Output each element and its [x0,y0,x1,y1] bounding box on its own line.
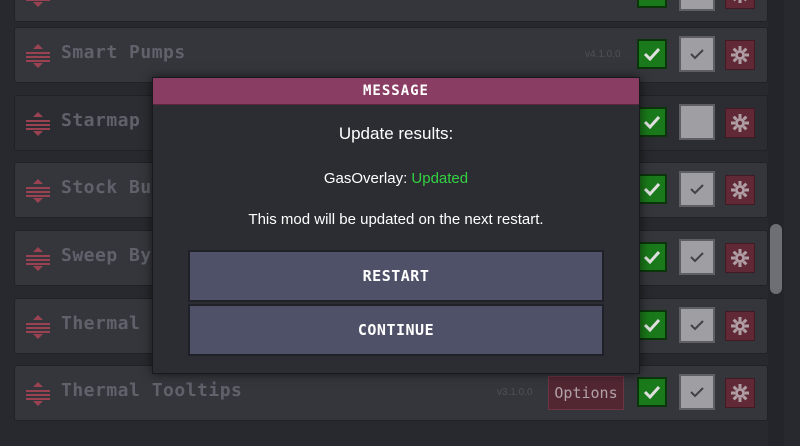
update-results-dialog: MESSAGE Update results: GasOverlay: Upda… [152,77,640,374]
dialog-header: MESSAGE [153,78,639,105]
restart-button[interactable]: RESTART [188,250,604,302]
update-result-line: GasOverlay: Updated [153,170,639,187]
continue-button[interactable]: CONTINUE [188,304,604,356]
dialog-title: Update results: [338,124,454,143]
restart-note: This mod will be updated on the next res… [248,211,544,228]
updated-mod-name: GasOverlay: [323,170,408,187]
update-status: Updated [411,170,469,187]
